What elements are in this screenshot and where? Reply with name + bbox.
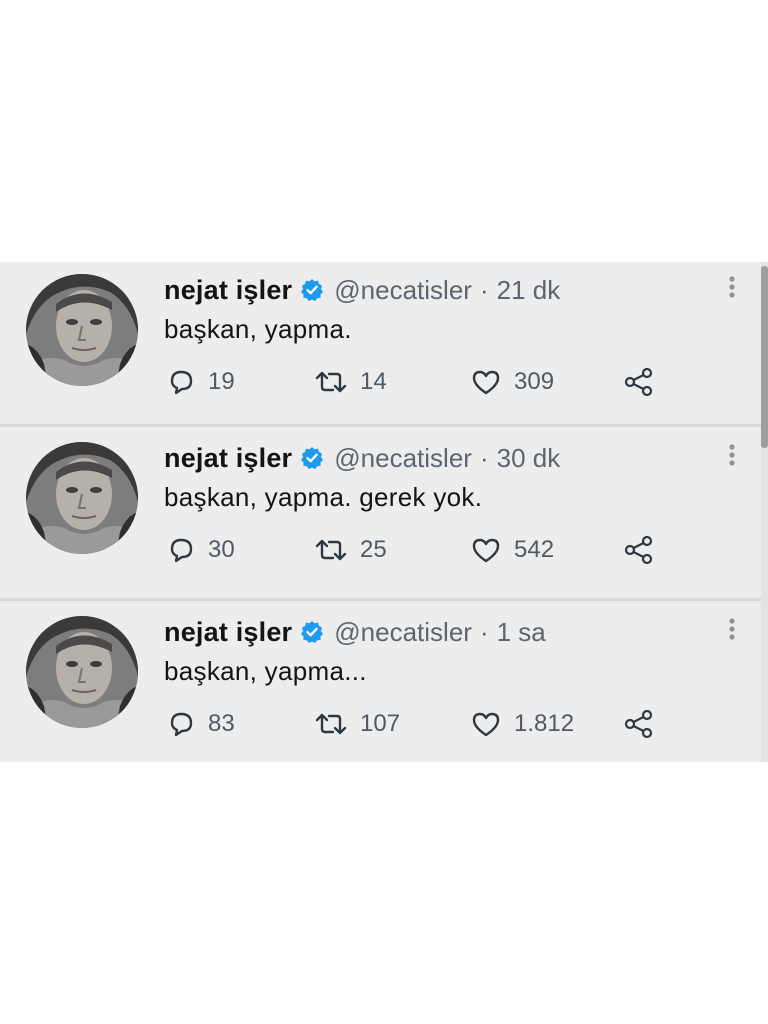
tweet-timestamp[interactable]: 21 dk — [497, 275, 561, 306]
header-separator: · — [479, 616, 489, 647]
retweet-arrows-icon — [315, 539, 347, 561]
scrollbar[interactable] — [761, 262, 768, 762]
tweet-actions: 19 14 309 — [164, 362, 664, 402]
tweet-divider — [0, 424, 768, 427]
author-handle[interactable]: @necatisler — [334, 617, 472, 648]
avatar[interactable] — [26, 616, 138, 728]
share-button[interactable] — [622, 362, 656, 402]
tweet-header: nejat işler @necatisler · 21 dk — [164, 270, 560, 310]
reply-button[interactable]: 30 — [166, 530, 235, 570]
tweet-header: nejat işler @necatisler · 30 dk — [164, 438, 560, 478]
like-button[interactable]: 1.812 — [470, 704, 574, 744]
verified-badge-icon — [300, 446, 324, 470]
retweet-button[interactable]: 14 — [314, 362, 387, 402]
tweet-actions: 30 25 542 — [164, 530, 664, 570]
reply-bubble-icon — [170, 370, 193, 395]
retweet-count: 25 — [360, 536, 387, 563]
header-separator: · — [479, 442, 489, 473]
tweet-timestamp[interactable]: 30 dk — [497, 443, 561, 474]
header-separator: · — [479, 274, 489, 305]
avatar[interactable] — [26, 274, 138, 386]
retweet-button[interactable]: 25 — [314, 530, 387, 570]
like-count: 309 — [514, 368, 555, 395]
reply-bubble-icon — [170, 538, 193, 563]
tweet-header: nejat işler @necatisler · 1 sa — [164, 612, 546, 652]
share-button[interactable] — [622, 704, 656, 744]
heart-icon — [472, 538, 500, 563]
author-handle[interactable]: @necatisler — [334, 443, 472, 474]
heart-icon — [472, 712, 500, 737]
share-button[interactable] — [622, 530, 656, 570]
reply-count: 19 — [208, 368, 235, 395]
more-vertical-dots-icon[interactable] — [722, 612, 742, 648]
retweet-arrows-icon — [315, 371, 347, 393]
share-nodes-icon — [624, 367, 653, 397]
author-name[interactable]: nejat işler — [164, 617, 292, 648]
reply-bubble-icon — [170, 712, 193, 737]
verified-badge-icon — [300, 278, 324, 302]
author-name[interactable]: nejat işler — [164, 275, 292, 306]
tweet-divider — [0, 598, 768, 601]
like-count: 1.812 — [514, 710, 575, 737]
avatar[interactable] — [26, 442, 138, 554]
tweet-card[interactable]: nejat işler @necatisler · 21 dk başkan, … — [0, 262, 768, 424]
tweet-text: başkan, yapma... — [164, 656, 367, 686]
share-nodes-icon — [624, 709, 653, 739]
author-name[interactable]: nejat işler — [164, 443, 292, 474]
like-button[interactable]: 309 — [470, 362, 554, 402]
reply-count: 83 — [208, 710, 235, 737]
scrollbar-thumb[interactable] — [761, 266, 768, 448]
reply-count: 30 — [208, 536, 235, 563]
tweet-actions: 83 107 1.812 — [164, 704, 664, 744]
like-count: 542 — [514, 536, 555, 563]
share-nodes-icon — [624, 535, 653, 565]
retweet-button[interactable]: 107 — [314, 704, 400, 744]
like-button[interactable]: 542 — [470, 530, 554, 570]
tweet-card[interactable]: nejat işler @necatisler · 1 sa başkan, y… — [0, 604, 768, 762]
tweet-timestamp[interactable]: 1 sa — [497, 617, 546, 648]
reply-button[interactable]: 83 — [166, 704, 235, 744]
reply-button[interactable]: 19 — [166, 362, 235, 402]
retweet-count: 14 — [360, 368, 387, 395]
tweet-card[interactable]: nejat işler @necatisler · 30 dk başkan, … — [0, 430, 768, 592]
heart-icon — [472, 370, 500, 395]
tweet-text: başkan, yapma. gerek yok. — [164, 482, 483, 512]
verified-badge-icon — [300, 620, 324, 644]
tweet-text: başkan, yapma. — [164, 314, 352, 344]
author-handle[interactable]: @necatisler — [334, 275, 472, 306]
tweet-feed: nejat işler @necatisler · 21 dk başkan, … — [0, 262, 768, 762]
retweet-count: 107 — [360, 710, 401, 737]
retweet-arrows-icon — [315, 713, 347, 735]
more-vertical-dots-icon[interactable] — [722, 270, 742, 306]
more-vertical-dots-icon[interactable] — [722, 438, 742, 474]
